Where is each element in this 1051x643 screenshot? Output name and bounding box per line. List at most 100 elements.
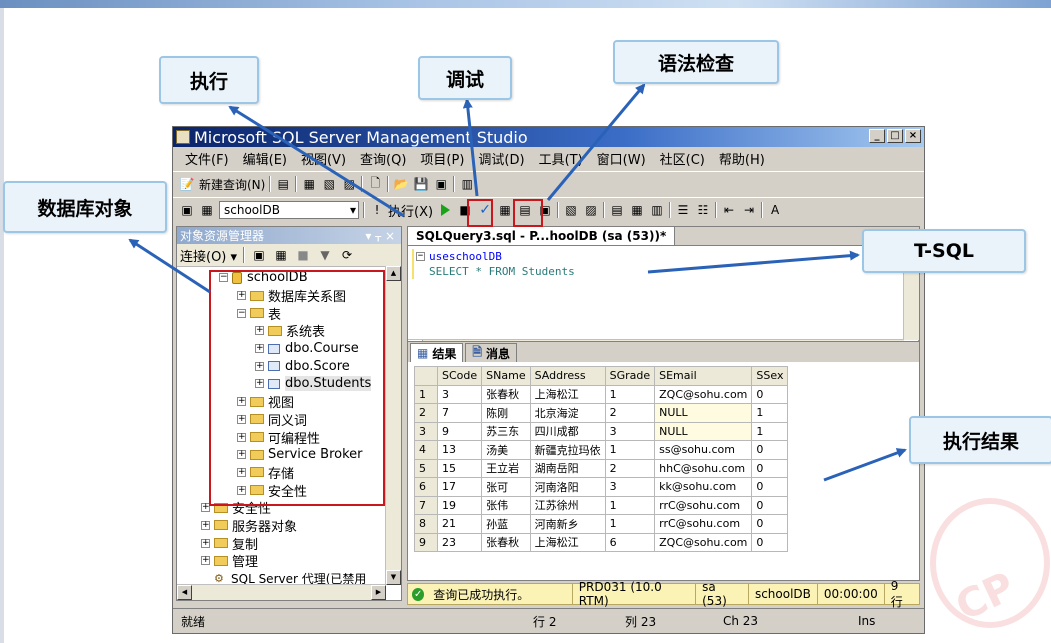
disconnect-icon[interactable]: ▦: [273, 247, 289, 263]
database-engine-query-icon[interactable]: ▤: [275, 176, 291, 192]
table-cell[interactable]: 新疆克拉玛依: [529, 440, 606, 460]
sql-code[interactable]: − use schoolDB SELECT * FROM Students: [416, 249, 575, 279]
menu-tools[interactable]: 工具(T): [539, 149, 583, 168]
menu-community[interactable]: 社区(C): [660, 149, 705, 168]
save-all-icon[interactable]: ▣: [433, 176, 449, 192]
table-cell[interactable]: 0: [751, 477, 789, 497]
decrease-indent-icon[interactable]: ⇤: [721, 202, 737, 218]
open-folder-icon[interactable]: 📂: [393, 176, 409, 192]
change-connection-icon[interactable]: ▦: [199, 202, 215, 218]
table-cell[interactable]: 7: [436, 403, 483, 423]
table-cell[interactable]: rrC@sohu.com: [654, 495, 753, 515]
tab-results[interactable]: ▦ 结果: [410, 343, 464, 362]
tab-sqlquery3[interactable]: SQLQuery3.sql - P...hoolDB (sa (53))*: [408, 227, 676, 245]
scroll-up-icon[interactable]: ▲: [386, 266, 401, 281]
collapse-icon[interactable]: −: [416, 252, 425, 261]
table-row[interactable]: 5 15 王立岩 湖南岳阳 2 hhC@sohu.com 0: [414, 458, 789, 478]
include-plan-icon[interactable]: ▧: [563, 202, 579, 218]
table-cell[interactable]: 王立岩: [481, 458, 531, 478]
column-header[interactable]: SSex: [751, 366, 789, 386]
table-cell[interactable]: 汤美: [481, 440, 531, 460]
new-file-icon[interactable]: 🗋: [367, 176, 383, 192]
maximize-button[interactable]: □: [887, 129, 903, 143]
table-cell[interactable]: hhC@sohu.com: [654, 458, 753, 478]
minimize-button[interactable]: _: [869, 129, 885, 143]
debug-button[interactable]: [437, 202, 453, 218]
scroll-down-icon[interactable]: ▼: [386, 570, 401, 585]
table-cell[interactable]: 1: [604, 514, 656, 534]
table-cell[interactable]: 上海松江: [529, 384, 606, 404]
table-cell[interactable]: 3: [604, 421, 656, 441]
menu-help[interactable]: 帮助(H): [719, 149, 765, 168]
scroll-right-icon[interactable]: ▶: [371, 585, 386, 600]
table-cell[interactable]: 北京海淀: [529, 403, 606, 423]
table-cell[interactable]: 上海松江: [529, 532, 606, 552]
menu-debug[interactable]: 调试(D): [478, 149, 524, 168]
table-cell[interactable]: 21: [436, 514, 483, 534]
table-cell[interactable]: 2: [604, 458, 656, 478]
menu-file[interactable]: 文件(F): [185, 149, 229, 168]
table-cell[interactable]: ss@sohu.com: [654, 440, 753, 460]
expand-icon[interactable]: +: [201, 556, 210, 566]
vertical-scrollbar[interactable]: ▲ ▼: [385, 266, 401, 585]
column-header[interactable]: SName: [481, 366, 531, 386]
table-cell[interactable]: kk@sohu.com: [654, 477, 753, 497]
expand-icon[interactable]: +: [201, 538, 210, 548]
scroll-left-icon[interactable]: ◀: [177, 585, 192, 600]
table-row[interactable]: 1 3 张春秋 上海松江 1 ZQC@sohu.com 0: [414, 384, 789, 404]
table-cell[interactable]: 0: [751, 384, 789, 404]
connect-icon[interactable]: ▣: [179, 202, 195, 218]
table-cell[interactable]: 张春秋: [481, 384, 531, 404]
table-row[interactable]: 8 21 孙蓝 河南新乡 1 rrC@sohu.com 0: [414, 514, 789, 534]
table-cell[interactable]: 2: [604, 403, 656, 423]
table-cell[interactable]: 23: [436, 532, 483, 552]
table-cell[interactable]: 江苏徐州: [529, 495, 606, 515]
specify-values-icon[interactable]: A: [767, 202, 783, 218]
new-query-button[interactable]: 新建查询(N): [199, 176, 265, 193]
results-to-grid-icon[interactable]: ▦: [629, 202, 645, 218]
table-cell[interactable]: 0: [751, 514, 789, 534]
table-cell[interactable]: 3: [436, 384, 483, 404]
table-cell[interactable]: 1: [751, 421, 789, 441]
table-cell[interactable]: 13: [436, 440, 483, 460]
column-header[interactable]: SCode: [436, 366, 483, 386]
table-cell[interactable]: 17: [436, 477, 483, 497]
table-cell[interactable]: 张可: [481, 477, 531, 497]
table-row[interactable]: 4 13 汤美 新疆克拉玛依 1 ss@sohu.com 0: [414, 440, 789, 460]
activity-monitor-icon[interactable]: ▥: [459, 176, 475, 192]
table-cell[interactable]: NULL: [654, 403, 753, 423]
analysis-query-icon[interactable]: ▦: [301, 176, 317, 192]
menu-project[interactable]: 项目(P): [420, 149, 464, 168]
panel-pin-close-icons[interactable]: ▾ ᚁ ×: [365, 229, 395, 243]
table-cell[interactable]: 0: [751, 440, 789, 460]
table-cell[interactable]: 河南洛阳: [529, 477, 606, 497]
tab-messages[interactable]: 🗎 消息: [465, 343, 518, 362]
table-row[interactable]: 2 7 陈刚 北京海淀 2 NULL 1: [414, 403, 789, 423]
table-cell[interactable]: 张伟: [481, 495, 531, 515]
horizontal-scrollbar[interactable]: ◀ ▶: [177, 584, 386, 600]
table-cell[interactable]: 陈刚: [481, 403, 531, 423]
expand-icon[interactable]: +: [201, 520, 210, 530]
table-cell[interactable]: 湖南岳阳: [529, 458, 606, 478]
table-cell[interactable]: 0: [751, 532, 789, 552]
connect-button[interactable]: 连接(O) ▾: [180, 246, 237, 265]
connect-server-icon[interactable]: ▣: [251, 247, 267, 263]
table-cell[interactable]: 1: [604, 495, 656, 515]
table-cell[interactable]: 1: [751, 403, 789, 423]
uncomment-icon[interactable]: ☷: [695, 202, 711, 218]
table-cell[interactable]: 1: [604, 384, 656, 404]
table-cell[interactable]: 孙蓝: [481, 514, 531, 534]
table-cell[interactable]: 3: [604, 477, 656, 497]
column-header[interactable]: SEmail: [654, 366, 753, 386]
table-cell[interactable]: NULL: [654, 421, 753, 441]
refresh-icon[interactable]: ⟳: [339, 247, 355, 263]
menu-query[interactable]: 查询(Q): [360, 149, 406, 168]
results-grid[interactable]: SCode SName SAddress SGrade SEmail SSex …: [414, 366, 789, 552]
close-button[interactable]: ×: [905, 129, 921, 143]
column-header[interactable]: SAddress: [529, 366, 606, 386]
results-to-text-icon[interactable]: ▤: [609, 202, 625, 218]
table-row[interactable]: 9 23 张春秋 上海松江 6 ZQC@sohu.com 0: [414, 532, 789, 552]
execute-button[interactable]: ! 执行(X): [369, 201, 433, 220]
tree-node-server-objects[interactable]: + 服务器对象: [177, 517, 401, 535]
table-cell[interactable]: 河南新乡: [529, 514, 606, 534]
